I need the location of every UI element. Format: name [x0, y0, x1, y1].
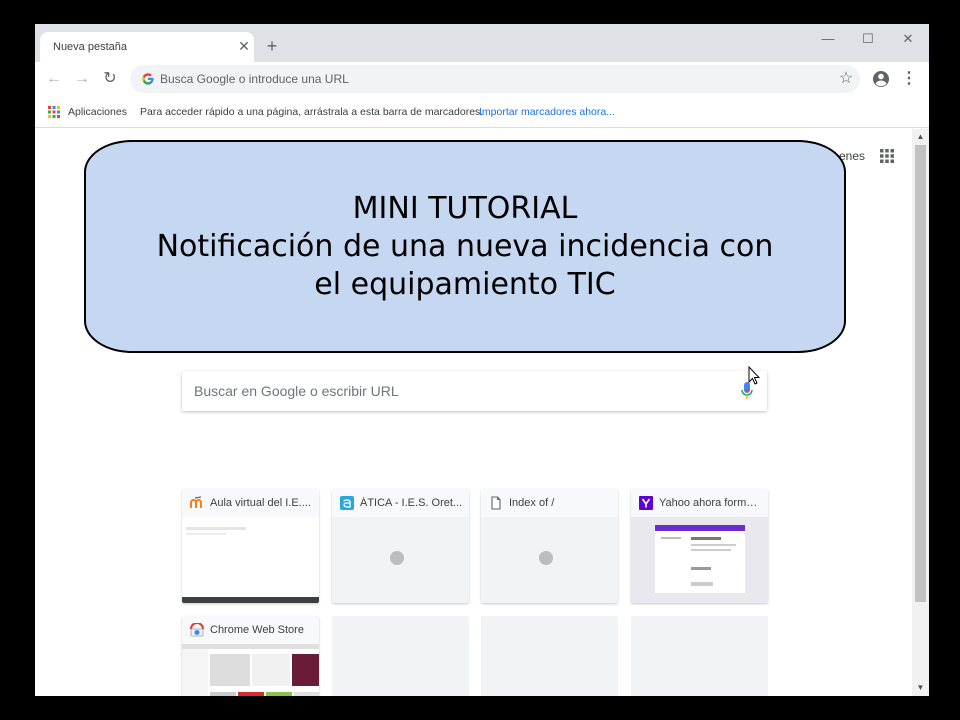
back-button[interactable]: ← — [43, 68, 65, 90]
tile-title: Index of / — [509, 497, 555, 509]
most-visited-tile[interactable]: Index of / — [481, 489, 618, 603]
most-visited-tile[interactable]: Aula virtual del I.E.... — [182, 489, 319, 603]
scroll-thumb[interactable] — [915, 145, 926, 602]
tile-title: ÁTICA - I.E.S. Oret... — [360, 497, 463, 509]
tile-header: Aula virtual del I.E.... — [182, 489, 319, 517]
most-visited-tile[interactable]: ÁTICA - I.E.S. Oret... — [332, 489, 469, 603]
tile-header: Chrome Web Store — [182, 616, 319, 644]
bookmarks-hint-text: Para acceder rápido a una página, arrást… — [140, 106, 484, 118]
google-apps-icon[interactable] — [880, 149, 894, 163]
bookmarks-bar: Aplicaciones Para acceder rápido a una p… — [35, 96, 929, 128]
tile-thumbnail — [631, 517, 768, 603]
tile-title: Yahoo ahora forma ... — [659, 497, 762, 509]
tutorial-callout: MINI TUTORIAL Notificación de una nueva … — [84, 140, 846, 353]
callout-title: MINI TUTORIAL — [352, 191, 578, 226]
placeholder-dot — [390, 551, 404, 565]
address-bar[interactable]: Busca Google o introduce una URL — [130, 65, 860, 93]
placeholder-dot — [539, 551, 553, 565]
scroll-up-arrow-icon[interactable]: ▲ — [912, 129, 929, 145]
tile-title: Chrome Web Store — [210, 624, 304, 636]
callout-text: MINI TUTORIAL Notificación de una nueva … — [86, 190, 844, 304]
atica-icon — [340, 496, 354, 510]
most-visited-tile[interactable]: Yahoo ahora forma ... — [631, 489, 768, 603]
tab-new-tab[interactable]: Nueva pestaña ✕ — [40, 32, 254, 62]
most-visited-tile[interactable]: Chrome Web Store — [182, 616, 319, 696]
empty-tile — [631, 616, 768, 696]
thumbnail-preview-image — [182, 644, 319, 696]
import-bookmarks-link[interactable]: Importar marcadores ahora... — [479, 106, 615, 118]
callout-line: Notificación de una nueva incidencia con — [156, 229, 774, 264]
tab-strip: Nueva pestaña ✕ + — ☐ ✕ — [35, 24, 929, 62]
empty-tile — [481, 616, 618, 696]
bookmark-star-icon[interactable]: ☆ — [836, 68, 856, 90]
scroll-down-arrow-icon[interactable]: ▼ — [912, 680, 929, 696]
google-g-icon — [142, 73, 154, 85]
new-tab-button[interactable]: + — [263, 36, 281, 56]
yahoo-icon — [639, 496, 653, 510]
empty-tile — [332, 616, 469, 696]
tile-header: Index of / — [481, 489, 618, 517]
browser-window: Nueva pestaña ✕ + — ☐ ✕ ← → ↻ Busca Goog… — [35, 24, 929, 696]
reload-button[interactable]: ↻ — [99, 68, 121, 90]
maximize-button[interactable]: ☐ — [853, 28, 883, 50]
forward-button[interactable]: → — [71, 68, 93, 90]
minimize-button[interactable]: — — [813, 28, 843, 50]
tab-close-icon[interactable]: ✕ — [237, 38, 251, 54]
menu-icon[interactable]: ⋮ — [901, 68, 917, 90]
page-icon — [491, 496, 501, 510]
scrollbar[interactable]: ▲ ▼ — [912, 129, 929, 696]
chrome-webstore-icon — [190, 623, 204, 637]
tile-thumbnail — [182, 644, 319, 696]
thumbnail-preview-image — [182, 517, 319, 603]
account-icon[interactable] — [870, 67, 892, 91]
ntp-search-input[interactable]: Buscar en Google o escribir URL — [182, 371, 767, 411]
callout-line: el equipamiento TIC — [314, 267, 616, 302]
thumbnail-preview-image — [631, 517, 768, 603]
tile-header: ÁTICA - I.E.S. Oret... — [332, 489, 469, 517]
tile-header: Yahoo ahora forma ... — [631, 489, 768, 517]
apps-grid-icon[interactable] — [48, 106, 60, 118]
search-placeholder: Buscar en Google o escribir URL — [194, 383, 399, 399]
close-window-button[interactable]: ✕ — [893, 28, 923, 50]
tile-thumbnail — [332, 517, 469, 603]
browser-toolbar: ← → ↻ Busca Google o introduce una URL ☆… — [35, 62, 929, 96]
tile-thumbnail — [182, 517, 319, 603]
mouse-cursor-icon — [748, 366, 760, 385]
moodle-icon — [190, 496, 202, 508]
tile-title: Aula virtual del I.E.... — [210, 497, 311, 509]
tab-title: Nueva pestaña — [53, 41, 127, 53]
address-bar-placeholder: Busca Google o introduce una URL — [160, 72, 349, 86]
apps-bookmark-label[interactable]: Aplicaciones — [68, 106, 127, 118]
tile-thumbnail — [481, 517, 618, 603]
